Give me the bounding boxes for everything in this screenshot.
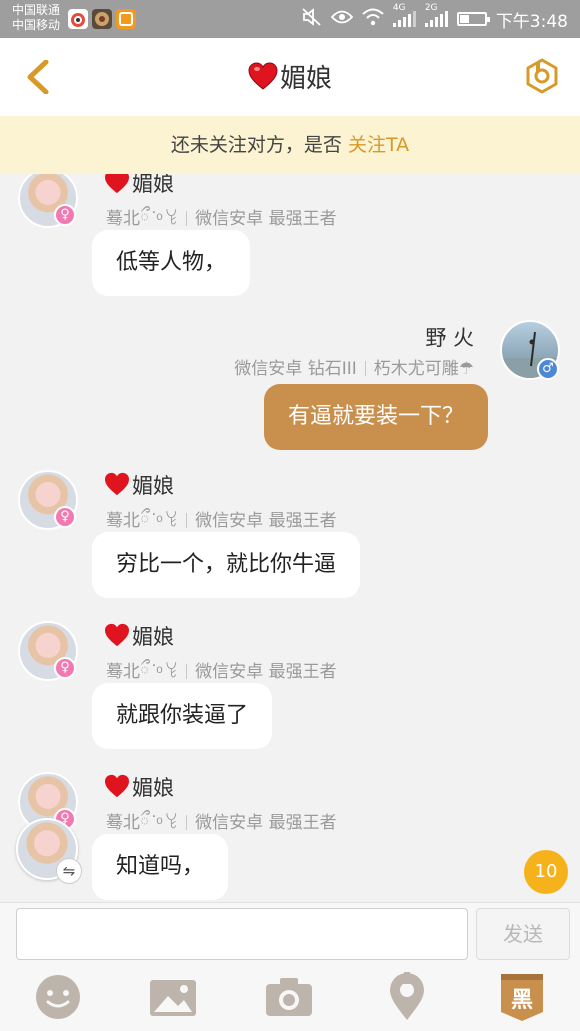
heart-icon (104, 623, 130, 652)
app-icon (116, 9, 136, 29)
unread-count-badge[interactable]: 10 (524, 850, 568, 894)
nav-bar: 媚娘 (0, 38, 580, 116)
sender-tag: 蓦北ྀ ͘ ͦ ꒀ (106, 813, 179, 833)
follow-link[interactable]: 关注TA (348, 134, 409, 156)
bottom-toolbar: 黑 (0, 964, 580, 1031)
mute-icon (302, 7, 322, 31)
message-input[interactable] (16, 908, 468, 960)
location-icon[interactable] (382, 972, 432, 1022)
divider (186, 664, 188, 679)
sender-name-text: 媚娘 (132, 776, 174, 800)
status-time: 下午3:48 (495, 11, 568, 32)
battery-icon (456, 12, 490, 26)
chat-list[interactable]: ♀ 媚娘 蓦北ྀ ͘ ͦ ꒀ 微信安卓 最强王者 低等人物， ♂ 野 火 微信安卓… (0, 174, 580, 902)
title-text: 媚娘 (279, 64, 332, 94)
floating-avatar[interactable]: ⇋ (16, 818, 82, 884)
sender-platform: 微信安卓 (195, 813, 264, 833)
input-bar: 发送 (0, 902, 580, 964)
sender-name: 媚娘 (104, 621, 174, 652)
sender-name-text: 媚娘 (132, 174, 174, 196)
message-bubble[interactable]: 知道吗， (92, 834, 229, 900)
sender-rank: 最强王者 (268, 813, 337, 833)
sender-tag: 朽木尤可雕☂ (373, 359, 474, 379)
sender-tag: 蓦北ྀ ͘ ͦ ꒀ (106, 511, 179, 531)
status-bar: 中国联通 中国移动 4G 2G 下午3:48 (0, 0, 580, 38)
sender-meta: 微信安卓 钻石III 朽木尤可雕☂ (234, 354, 474, 379)
sender-name-text: 媚娘 (132, 474, 174, 498)
sender-name: 媚娘 (104, 470, 174, 501)
sender-name: 媚娘 (104, 174, 174, 199)
wifi-icon (362, 8, 384, 31)
carrier-2: 中国移动 (12, 18, 61, 32)
divider (186, 815, 188, 830)
sender-platform: 微信安卓 (234, 359, 303, 379)
sender-rank: 钻石III (307, 359, 357, 379)
game-app-icon (92, 9, 112, 29)
network-2g-label: 2G (424, 3, 438, 13)
eye-icon (330, 9, 354, 30)
image-icon[interactable] (148, 972, 198, 1022)
profile-menu-icon[interactable] (524, 58, 560, 94)
message-bubble[interactable]: 低等人物， (92, 230, 251, 296)
send-button[interactable]: 发送 (476, 908, 570, 960)
male-icon: ♂ (537, 358, 559, 380)
divider (186, 211, 188, 226)
sender-tag: 蓦北ྀ ͘ ͦ ꒀ (106, 662, 179, 682)
follow-prompt-text: 还未关注对方，是否 (170, 134, 342, 156)
emoji-icon[interactable] (33, 972, 83, 1022)
carrier-info: 中国联通 中国移动 (12, 3, 60, 33)
sender-name-text: 媚娘 (132, 625, 174, 649)
weibo-icon (68, 9, 88, 29)
heart-icon (104, 472, 130, 501)
carrier-1: 中国联通 (12, 3, 61, 17)
sender-platform: 微信安卓 (195, 209, 264, 229)
blacklist-icon[interactable]: 黑 (497, 972, 547, 1022)
sender-platform: 微信安卓 (195, 662, 264, 682)
message-bubble[interactable]: 有逼就要装一下？ (263, 384, 488, 450)
sender-name: 野 火 (425, 326, 474, 350)
message-bubble[interactable]: 就跟你装逼了 (92, 683, 273, 749)
follow-banner: 还未关注对方，是否 关注TA (0, 116, 580, 174)
female-icon: ♀ (54, 204, 76, 226)
signal-icon: 2G (424, 3, 448, 27)
sender-tag: 蓦北ྀ ͘ ͦ ꒀ (106, 209, 179, 229)
page-title: 媚娘 (0, 58, 580, 97)
divider (186, 513, 188, 528)
heart-icon (104, 174, 130, 199)
heart-icon (104, 774, 130, 803)
camera-icon[interactable] (264, 972, 314, 1022)
female-icon: ♀ (54, 657, 76, 679)
network-4g-label: 4G (392, 3, 406, 13)
signal-icon: 4G (392, 3, 416, 27)
sender-platform: 微信安卓 (195, 511, 264, 531)
female-icon: ♀ (54, 506, 76, 528)
heart-icon (248, 62, 278, 97)
swap-icon[interactable]: ⇋ (56, 858, 82, 884)
status-indicators: 4G 2G 下午3:48 (302, 3, 568, 32)
sender-name: 媚娘 (104, 772, 174, 803)
sender-rank: 最强王者 (268, 511, 337, 531)
blacklist-label: 黑 (510, 988, 533, 1013)
divider (364, 361, 366, 376)
message-bubble[interactable]: 穷比一个，就比你牛逼 (92, 532, 361, 598)
sender-rank: 最强王者 (268, 209, 337, 229)
sender-rank: 最强王者 (268, 662, 337, 682)
